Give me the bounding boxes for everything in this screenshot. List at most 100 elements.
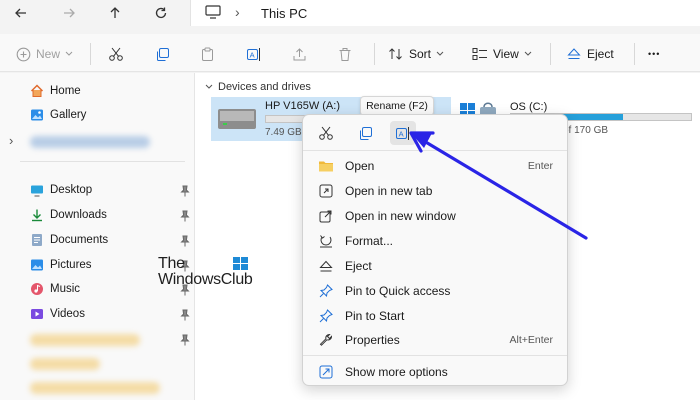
expand-chevron-icon[interactable]: › — [9, 133, 13, 148]
new-tab-icon — [318, 183, 334, 199]
copy-button[interactable] — [155, 43, 170, 65]
eject-label: Eject — [587, 47, 614, 61]
view-label: View — [493, 47, 519, 61]
menu-item-properties[interactable]: Properties Alt+Enter — [307, 328, 565, 352]
refresh-icon — [155, 7, 167, 19]
pin-icon[interactable] — [180, 309, 190, 321]
section-title: Devices and drives — [218, 81, 311, 93]
view-icon — [472, 48, 487, 60]
eject-button[interactable]: Eject — [566, 43, 614, 65]
context-cut-button[interactable] — [313, 121, 339, 145]
menu-item-label: Format... — [345, 234, 394, 248]
sidebar-item-label: Documents — [50, 234, 109, 246]
rename-icon: A — [247, 47, 260, 61]
drive-free-space: 7.49 GB — [265, 127, 302, 138]
new-button[interactable]: New — [16, 43, 73, 65]
address-bar[interactable]: › This PC — [190, 0, 700, 26]
sidebar-item-label: Desktop — [50, 184, 93, 196]
menu-item-label: Show more options — [345, 365, 448, 379]
sidebar-item-gallery[interactable]: Gallery — [30, 105, 86, 125]
pin-icon[interactable] — [180, 210, 190, 222]
scissors-icon — [109, 47, 123, 61]
videos-icon — [31, 309, 43, 319]
sidebar-item-desktop[interactable]: Desktop — [30, 180, 92, 200]
sidebar-item-pictures[interactable]: Pictures — [30, 255, 92, 275]
sidebar-item-music[interactable]: Music — [30, 279, 80, 299]
menu-item-show-more-options[interactable]: Show more options — [307, 360, 565, 384]
sidebar-item-label: Gallery — [50, 109, 87, 121]
sidebar-item-label: Pictures — [50, 259, 92, 271]
sidebar-item-label: Home — [50, 85, 81, 97]
share-icon — [293, 47, 306, 60]
arrow-up-icon — [110, 7, 120, 18]
up-button[interactable] — [104, 3, 126, 23]
breadcrumb-separator: › — [235, 4, 240, 20]
usb-drive-icon — [218, 109, 256, 129]
clipboard-icon — [202, 47, 213, 61]
menu-item-format[interactable]: Format... — [307, 229, 565, 253]
sidebar-item-home[interactable]: Home — [30, 81, 81, 101]
see-more-button[interactable]: ••• — [648, 43, 660, 65]
pin-icon[interactable] — [180, 185, 190, 197]
rename-tooltip: Rename (F2) — [360, 96, 434, 116]
menu-item-open-in-new-window[interactable]: Open in new window — [307, 204, 565, 228]
more-icon: ••• — [648, 49, 661, 59]
menu-item-pin-to-start[interactable]: Pin to Start — [307, 304, 565, 328]
menu-item-open-in-new-tab[interactable]: Open in new tab — [307, 179, 565, 203]
copy-icon — [359, 126, 372, 140]
context-rename-button[interactable]: A — [390, 121, 416, 145]
eject-icon — [318, 258, 334, 274]
breadcrumb-this-pc[interactable]: This PC — [261, 6, 307, 21]
arrow-left-icon — [15, 8, 26, 18]
back-button[interactable] — [10, 3, 32, 23]
eject-icon — [567, 48, 581, 59]
blurred-folder-item — [30, 358, 100, 370]
context-menu-quick-actions: A — [303, 115, 567, 151]
menu-item-label: Eject — [345, 259, 372, 273]
chevron-down-icon — [205, 84, 213, 89]
sidebar-item-videos[interactable]: Videos — [30, 304, 85, 324]
menu-item-label: Open in new window — [345, 209, 456, 223]
watermark-line: WindowsClub — [158, 271, 253, 288]
menu-item-open[interactable]: Open Enter — [307, 154, 565, 178]
pin-icon[interactable] — [180, 334, 190, 346]
command-bar: New A Sort View Eject ••• — [0, 34, 700, 72]
blurred-folder-item — [30, 382, 160, 394]
rename-button[interactable]: A — [246, 43, 262, 65]
gallery-icon — [31, 109, 43, 121]
blurred-account-item — [30, 136, 150, 148]
plus-circle-icon — [16, 47, 31, 61]
section-devices-and-drives[interactable]: Devices and drives — [205, 81, 311, 93]
home-icon — [30, 84, 44, 97]
sidebar-item-downloads[interactable]: Downloads — [30, 205, 107, 225]
format-icon — [318, 233, 334, 249]
forward-button[interactable] — [58, 3, 80, 23]
trash-icon — [339, 47, 351, 61]
toolbar-divider — [90, 43, 91, 65]
copy-icon — [157, 47, 169, 61]
view-button[interactable]: View — [472, 43, 532, 65]
sort-button[interactable]: Sort — [388, 43, 444, 65]
delete-button[interactable] — [338, 43, 352, 65]
pictures-icon — [31, 259, 43, 271]
rename-icon: A — [396, 126, 409, 140]
folder-icon — [318, 158, 334, 174]
arrow-right-icon — [64, 8, 75, 18]
menu-item-pin-to-quick-access[interactable]: Pin to Quick access — [307, 279, 565, 303]
show-more-icon — [318, 364, 334, 380]
context-copy-button[interactable] — [352, 121, 378, 145]
new-label: New — [36, 47, 61, 61]
download-icon — [32, 209, 42, 222]
cut-button[interactable] — [108, 43, 124, 65]
watermark-logo-icon — [233, 257, 248, 270]
pin-icon[interactable] — [180, 235, 190, 247]
menu-item-eject[interactable]: Eject — [307, 254, 565, 278]
sidebar-item-documents[interactable]: Documents — [30, 230, 108, 250]
chevron-down-icon — [65, 51, 73, 56]
refresh-button[interactable] — [150, 3, 172, 23]
share-button[interactable] — [292, 43, 307, 65]
music-icon — [31, 283, 43, 295]
sidebar-item-label: Music — [50, 283, 81, 295]
sidebar-divider — [20, 161, 185, 162]
paste-button[interactable] — [200, 43, 215, 65]
